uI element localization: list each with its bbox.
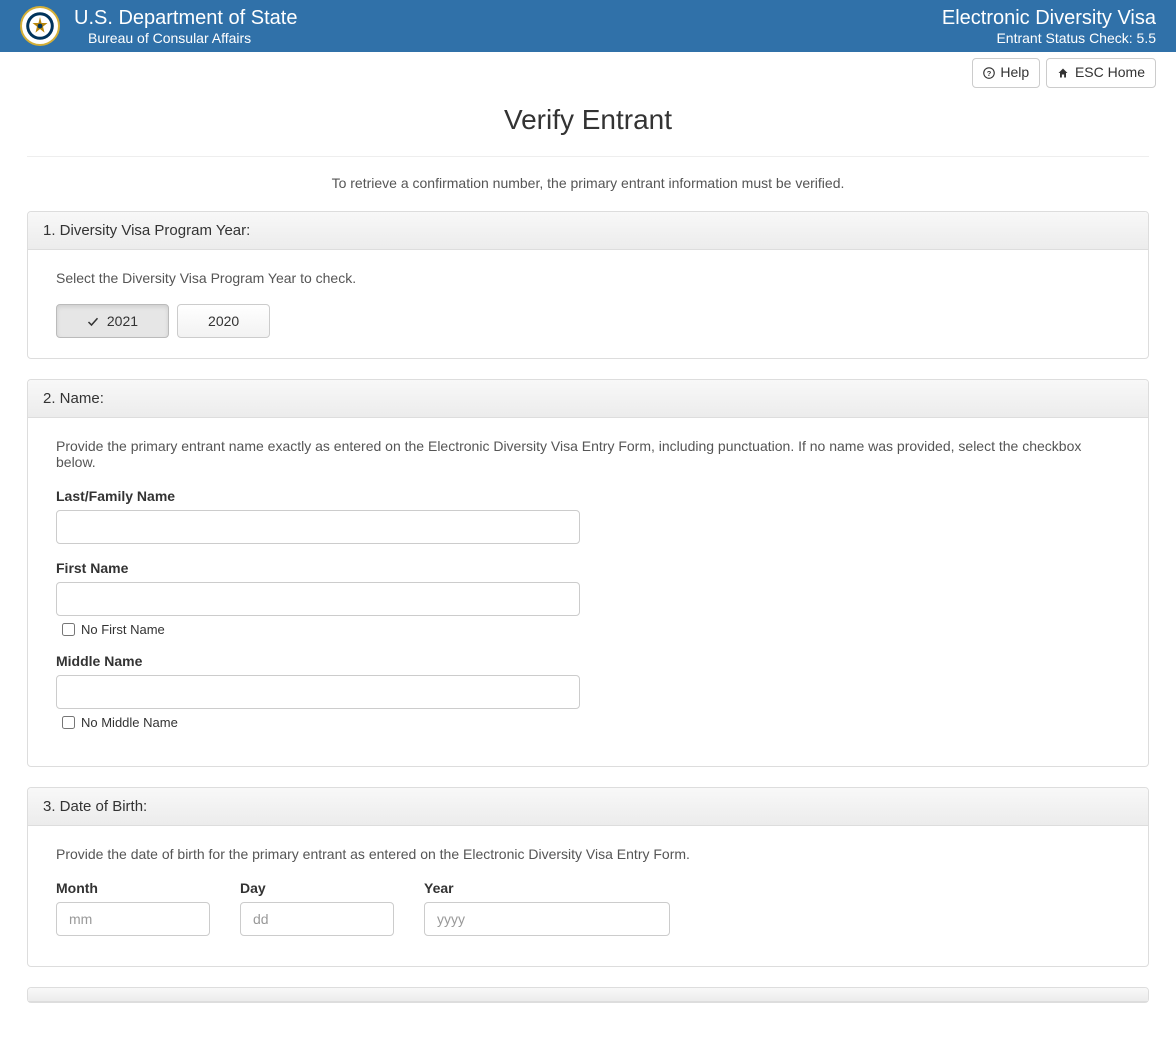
intro-text: To retrieve a confirmation number, the p… bbox=[27, 175, 1149, 191]
esc-home-button-label: ESC Home bbox=[1075, 64, 1145, 80]
year-button-2020[interactable]: 2020 bbox=[177, 304, 270, 338]
first-name-input[interactable] bbox=[56, 582, 580, 616]
esc-home-button[interactable]: ESC Home bbox=[1046, 58, 1156, 88]
year-button-2021-label: 2021 bbox=[107, 313, 138, 329]
panel-next-heading-peek bbox=[28, 988, 1148, 1002]
page-title: Verify Entrant bbox=[27, 104, 1149, 136]
no-first-name-checkbox[interactable] bbox=[62, 623, 75, 636]
question-circle-icon: ? bbox=[983, 67, 995, 79]
seal-icon bbox=[20, 6, 60, 46]
dob-year-label: Year bbox=[424, 880, 670, 896]
app-title: Electronic Diversity Visa bbox=[942, 7, 1156, 30]
panel-name: 2. Name: Provide the primary entrant nam… bbox=[27, 379, 1149, 767]
last-name-label: Last/Family Name bbox=[56, 488, 1120, 504]
middle-name-input[interactable] bbox=[56, 675, 580, 709]
no-middle-name-label: No Middle Name bbox=[81, 715, 178, 730]
dob-day-input[interactable] bbox=[240, 902, 394, 936]
dob-year-input[interactable] bbox=[424, 902, 670, 936]
panel-dob: 3. Date of Birth: Provide the date of bi… bbox=[27, 787, 1149, 967]
no-first-name-label: No First Name bbox=[81, 622, 165, 637]
top-button-row: ? Help ESC Home bbox=[0, 52, 1176, 94]
help-button-label: Help bbox=[1000, 64, 1029, 80]
help-button[interactable]: ? Help bbox=[972, 58, 1041, 88]
department-name: U.S. Department of State bbox=[74, 7, 942, 30]
panel-next-peek bbox=[27, 987, 1149, 1003]
bureau-name: Bureau of Consular Affairs bbox=[74, 30, 942, 46]
year-button-group: 2021 2020 bbox=[56, 304, 1120, 338]
site-header: U.S. Department of State Bureau of Consu… bbox=[0, 0, 1176, 52]
panel-name-desc: Provide the primary entrant name exactly… bbox=[56, 438, 1120, 470]
panel-program-year-desc: Select the Diversity Visa Program Year t… bbox=[56, 270, 1120, 286]
year-button-2021[interactable]: 2021 bbox=[56, 304, 169, 338]
middle-name-label: Middle Name bbox=[56, 653, 1120, 669]
home-icon bbox=[1057, 67, 1069, 79]
svg-text:?: ? bbox=[986, 69, 991, 78]
first-name-label: First Name bbox=[56, 560, 1120, 576]
panel-program-year: 1. Diversity Visa Program Year: Select t… bbox=[27, 211, 1149, 359]
year-button-2020-label: 2020 bbox=[208, 313, 239, 329]
separator bbox=[27, 156, 1149, 157]
dob-month-input[interactable] bbox=[56, 902, 210, 936]
app-subtitle: Entrant Status Check: 5.5 bbox=[942, 30, 1156, 46]
last-name-input[interactable] bbox=[56, 510, 580, 544]
no-middle-name-checkbox[interactable] bbox=[62, 716, 75, 729]
check-icon bbox=[87, 316, 99, 328]
panel-dob-desc: Provide the date of birth for the primar… bbox=[56, 846, 1120, 862]
panel-dob-heading: 3. Date of Birth: bbox=[28, 788, 1148, 826]
dob-month-label: Month bbox=[56, 880, 210, 896]
panel-program-year-heading: 1. Diversity Visa Program Year: bbox=[28, 212, 1148, 250]
panel-name-heading: 2. Name: bbox=[28, 380, 1148, 418]
dob-day-label: Day bbox=[240, 880, 394, 896]
